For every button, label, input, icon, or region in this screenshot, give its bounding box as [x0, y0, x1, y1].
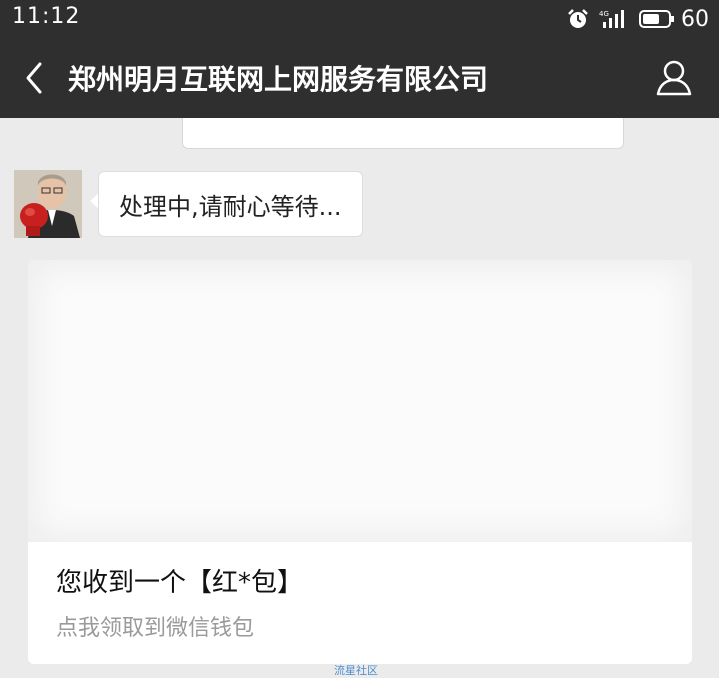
sender-avatar[interactable] — [14, 170, 82, 238]
network-label: 4G — [599, 10, 609, 18]
alarm-icon — [567, 8, 589, 30]
red-packet-subtitle: 点我领取到微信钱包 — [56, 616, 255, 641]
chat-title: 郑州明月互联网上网服务有限公司 — [68, 63, 489, 96]
status-icons: 4G 60 — [567, 3, 709, 35]
back-arrow-icon[interactable] — [16, 58, 52, 98]
status-bar: 11:12 4G 60 — [0, 0, 719, 38]
message-text: 处理中,请耐心等待... — [119, 192, 342, 221]
signal-icon: 4G — [599, 8, 629, 30]
red-packet-image — [28, 260, 692, 542]
watermark: 流星社区 — [334, 664, 378, 677]
battery-level: 60 — [681, 6, 709, 32]
chat-header: 郑州明月互联网上网服务有限公司 — [0, 38, 719, 118]
red-packet-card[interactable]: 您收到一个【红*包】 点我领取到微信钱包 — [28, 260, 692, 664]
battery-icon — [639, 10, 675, 28]
red-packet-title: 您收到一个【红*包】 — [56, 568, 304, 598]
profile-icon[interactable] — [655, 58, 693, 98]
status-time: 11:12 — [12, 4, 81, 29]
message-bubble[interactable]: 处理中,请耐心等待... — [98, 171, 363, 237]
previous-message-bubble — [182, 118, 624, 149]
